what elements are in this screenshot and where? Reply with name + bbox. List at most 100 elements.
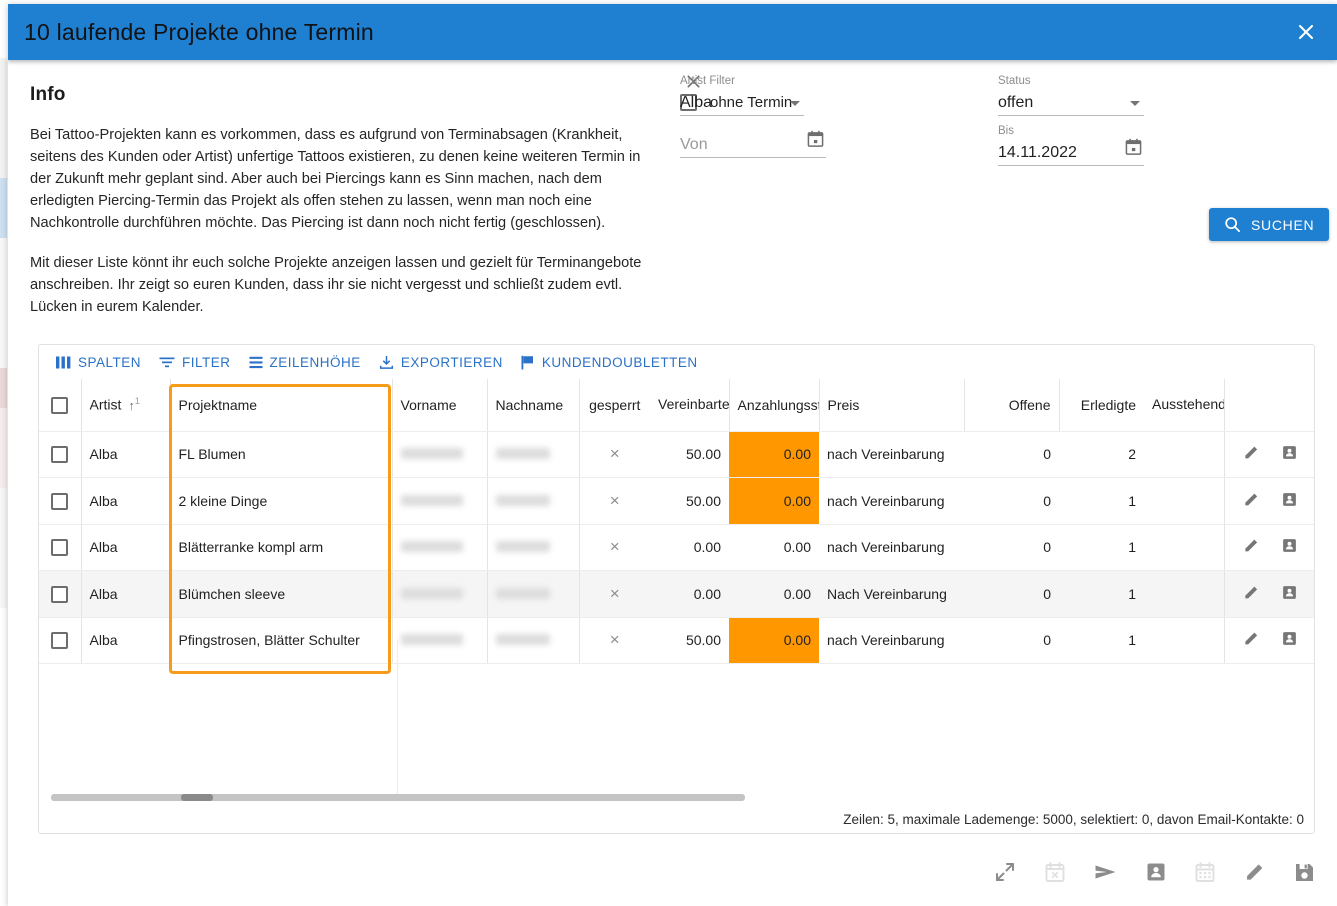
table-row[interactable]: Alba Pfingstrosen, Blätter Schulter × 50.00… — [39, 617, 1314, 664]
cell-row-actions — [1223, 431, 1314, 478]
dialog-titlebar: 10 laufende Projekte ohne Termin — [8, 4, 1337, 60]
row-edit-icon[interactable] — [1243, 491, 1260, 511]
cell-anzahlungsst: 0.00 — [729, 570, 819, 618]
cell-gesperrt: × — [578, 477, 650, 525]
toolbar-zeilenhoehe-button[interactable]: ZEILENHÖHE — [240, 347, 370, 377]
row-height-icon — [249, 356, 263, 368]
table-row[interactable]: Alba FL Blumen × 50.00 0.00 nach Vereinbarung… — [39, 431, 1314, 478]
cell-offene: 0 — [964, 570, 1059, 618]
cell-vorname — [391, 570, 487, 618]
cell-anzahlungsst: 0.00 — [729, 524, 819, 571]
cell-vereinbarte-anzahlung: 50.00 — [650, 477, 729, 525]
horizontal-scrollbar[interactable] — [51, 794, 745, 801]
row-edit-icon[interactable] — [1243, 630, 1260, 650]
cell-artist: Alba — [80, 570, 170, 618]
flag-icon — [521, 355, 533, 369]
expand-icon[interactable] — [994, 861, 1016, 888]
cell-ausstehende-termine — [1144, 431, 1224, 478]
cell-anzahlungsst: 0.00 — [729, 617, 819, 664]
search-button[interactable]: SUCHEN — [1209, 208, 1330, 241]
chevron-down-icon[interactable] — [1130, 101, 1140, 106]
calendar-icon[interactable] — [807, 130, 824, 153]
toolbar-exportieren-button[interactable]: EXPORTIEREN — [370, 347, 512, 377]
save-icon[interactable] — [1294, 862, 1315, 888]
toolbar-spalten-button[interactable]: SPALTEN — [47, 347, 150, 377]
cell-gesperrt: × — [578, 431, 650, 478]
cell-preis: nach Vereinbarung — [819, 431, 964, 478]
toolbar-filter-button[interactable]: FILTER — [150, 347, 240, 377]
table-header-row: Artist ↑1 Projektname Vorname Nachname ge… — [39, 379, 1314, 432]
row-edit-icon[interactable] — [1243, 444, 1260, 464]
status-filter-label: Status — [998, 75, 1031, 87]
cell-gesperrt: × — [578, 524, 650, 571]
table-body: Alba FL Blumen × 50.00 0.00 nach Vereinbarung… — [39, 431, 1314, 664]
header-nachname[interactable]: Nachname — [486, 379, 579, 432]
cell-vereinbarte-anzahlung: 50.00 — [650, 431, 729, 478]
toolbar-filter-label: FILTER — [182, 354, 231, 370]
header-vorname[interactable]: Vorname — [391, 379, 487, 432]
cell-nachname — [486, 477, 579, 525]
header-artist[interactable]: Artist ↑1 — [80, 379, 170, 432]
cell-artist: Alba — [80, 477, 170, 525]
projects-table: Artist ↑1 Projektname Vorname Nachname ge… — [39, 379, 1314, 664]
row-select-checkbox[interactable] — [39, 477, 81, 525]
toolbar-kundendoubletten-button[interactable]: KUNDENDOUBLETTEN — [512, 347, 707, 377]
artist-filter-field[interactable]: Artist Filter Alba — [680, 74, 804, 116]
row-contact-icon[interactable] — [1282, 538, 1297, 556]
table-row[interactable]: Alba Blümchen sleeve × 0.00 0.00 Nach Vereinb… — [39, 570, 1314, 618]
cell-ausstehende-termine — [1144, 524, 1224, 571]
header-erledigte[interactable]: Erledigte — [1058, 379, 1144, 432]
cell-offene: 0 — [964, 617, 1059, 664]
cell-projektname: 2 kleine Dinge — [169, 477, 392, 525]
contact-icon[interactable] — [1146, 862, 1166, 887]
header-vereinbarte-anzahlung[interactable]: Vereinbarte Anzahlung — [650, 379, 729, 432]
row-select-checkbox[interactable] — [39, 431, 81, 478]
checkbox-icon — [51, 632, 69, 650]
cell-row-actions — [1223, 617, 1314, 664]
von-date-field[interactable]: Von — [680, 130, 826, 158]
artist-filter-value: Alba — [680, 94, 713, 111]
info-heading: Info — [30, 84, 66, 105]
row-select-checkbox[interactable] — [39, 570, 81, 618]
cell-offene: 0 — [964, 524, 1059, 571]
filter-icon — [159, 357, 175, 367]
row-contact-icon[interactable] — [1282, 585, 1297, 603]
row-edit-icon[interactable] — [1243, 584, 1260, 604]
edit-icon[interactable] — [1244, 861, 1266, 888]
chevron-down-icon[interactable] — [790, 101, 800, 106]
header-offene[interactable]: Offene — [963, 379, 1059, 432]
header-ausstehende-termine[interactable]: Ausstehend Termine — [1144, 379, 1224, 432]
header-anzahlungsst[interactable]: Anzahlungsst — [728, 379, 819, 432]
table-row[interactable]: Alba 2 kleine Dinge × 50.00 0.00 nach Vereinb… — [39, 477, 1314, 525]
row-select-checkbox[interactable] — [39, 524, 81, 571]
row-contact-icon[interactable] — [1282, 492, 1297, 510]
row-edit-icon[interactable] — [1243, 537, 1260, 557]
data-grid-card: SPALTEN FILTER ZEILENHÖHE EXPORTIEREN KU… — [38, 344, 1315, 834]
toolbar-exportieren-label: EXPORTIEREN — [400, 354, 503, 370]
scrollbar-thumb[interactable] — [181, 794, 213, 801]
calendar-icon[interactable] — [1125, 138, 1142, 161]
filter-panel: Artist Filter Alba Von ohne Termin Statu… — [680, 68, 1300, 238]
table-row[interactable]: Alba Blätterranke kompl arm × 0.00 0.00 nach … — [39, 524, 1314, 571]
header-projektname[interactable]: Projektname — [169, 379, 392, 432]
row-select-checkbox[interactable] — [39, 617, 81, 664]
status-filter-field[interactable]: Status offen — [998, 74, 1144, 116]
checkbox-icon — [51, 539, 69, 557]
row-contact-icon[interactable] — [1282, 631, 1297, 649]
bis-date-field[interactable]: Bis 14.11.2022 — [998, 124, 1144, 166]
cell-nachname — [486, 524, 579, 571]
header-preis[interactable]: Preis — [818, 379, 964, 432]
cell-projektname: Pfingstrosen, Blätter Schulter — [169, 617, 392, 664]
cell-preis: nach Vereinbarung — [819, 524, 964, 571]
close-button[interactable] — [1289, 15, 1323, 49]
background-strip — [0, 178, 7, 238]
send-icon[interactable] — [1094, 861, 1118, 888]
calendar-cancel-icon — [1044, 861, 1066, 888]
cell-erledigte: 1 — [1059, 477, 1144, 525]
background-strip — [0, 58, 7, 178]
cell-erledigte: 1 — [1059, 524, 1144, 571]
row-contact-icon[interactable] — [1282, 445, 1297, 463]
header-select-all[interactable] — [39, 379, 81, 432]
cell-artist: Alba — [80, 431, 170, 478]
header-gesperrt[interactable]: gesperrt — [578, 379, 650, 432]
